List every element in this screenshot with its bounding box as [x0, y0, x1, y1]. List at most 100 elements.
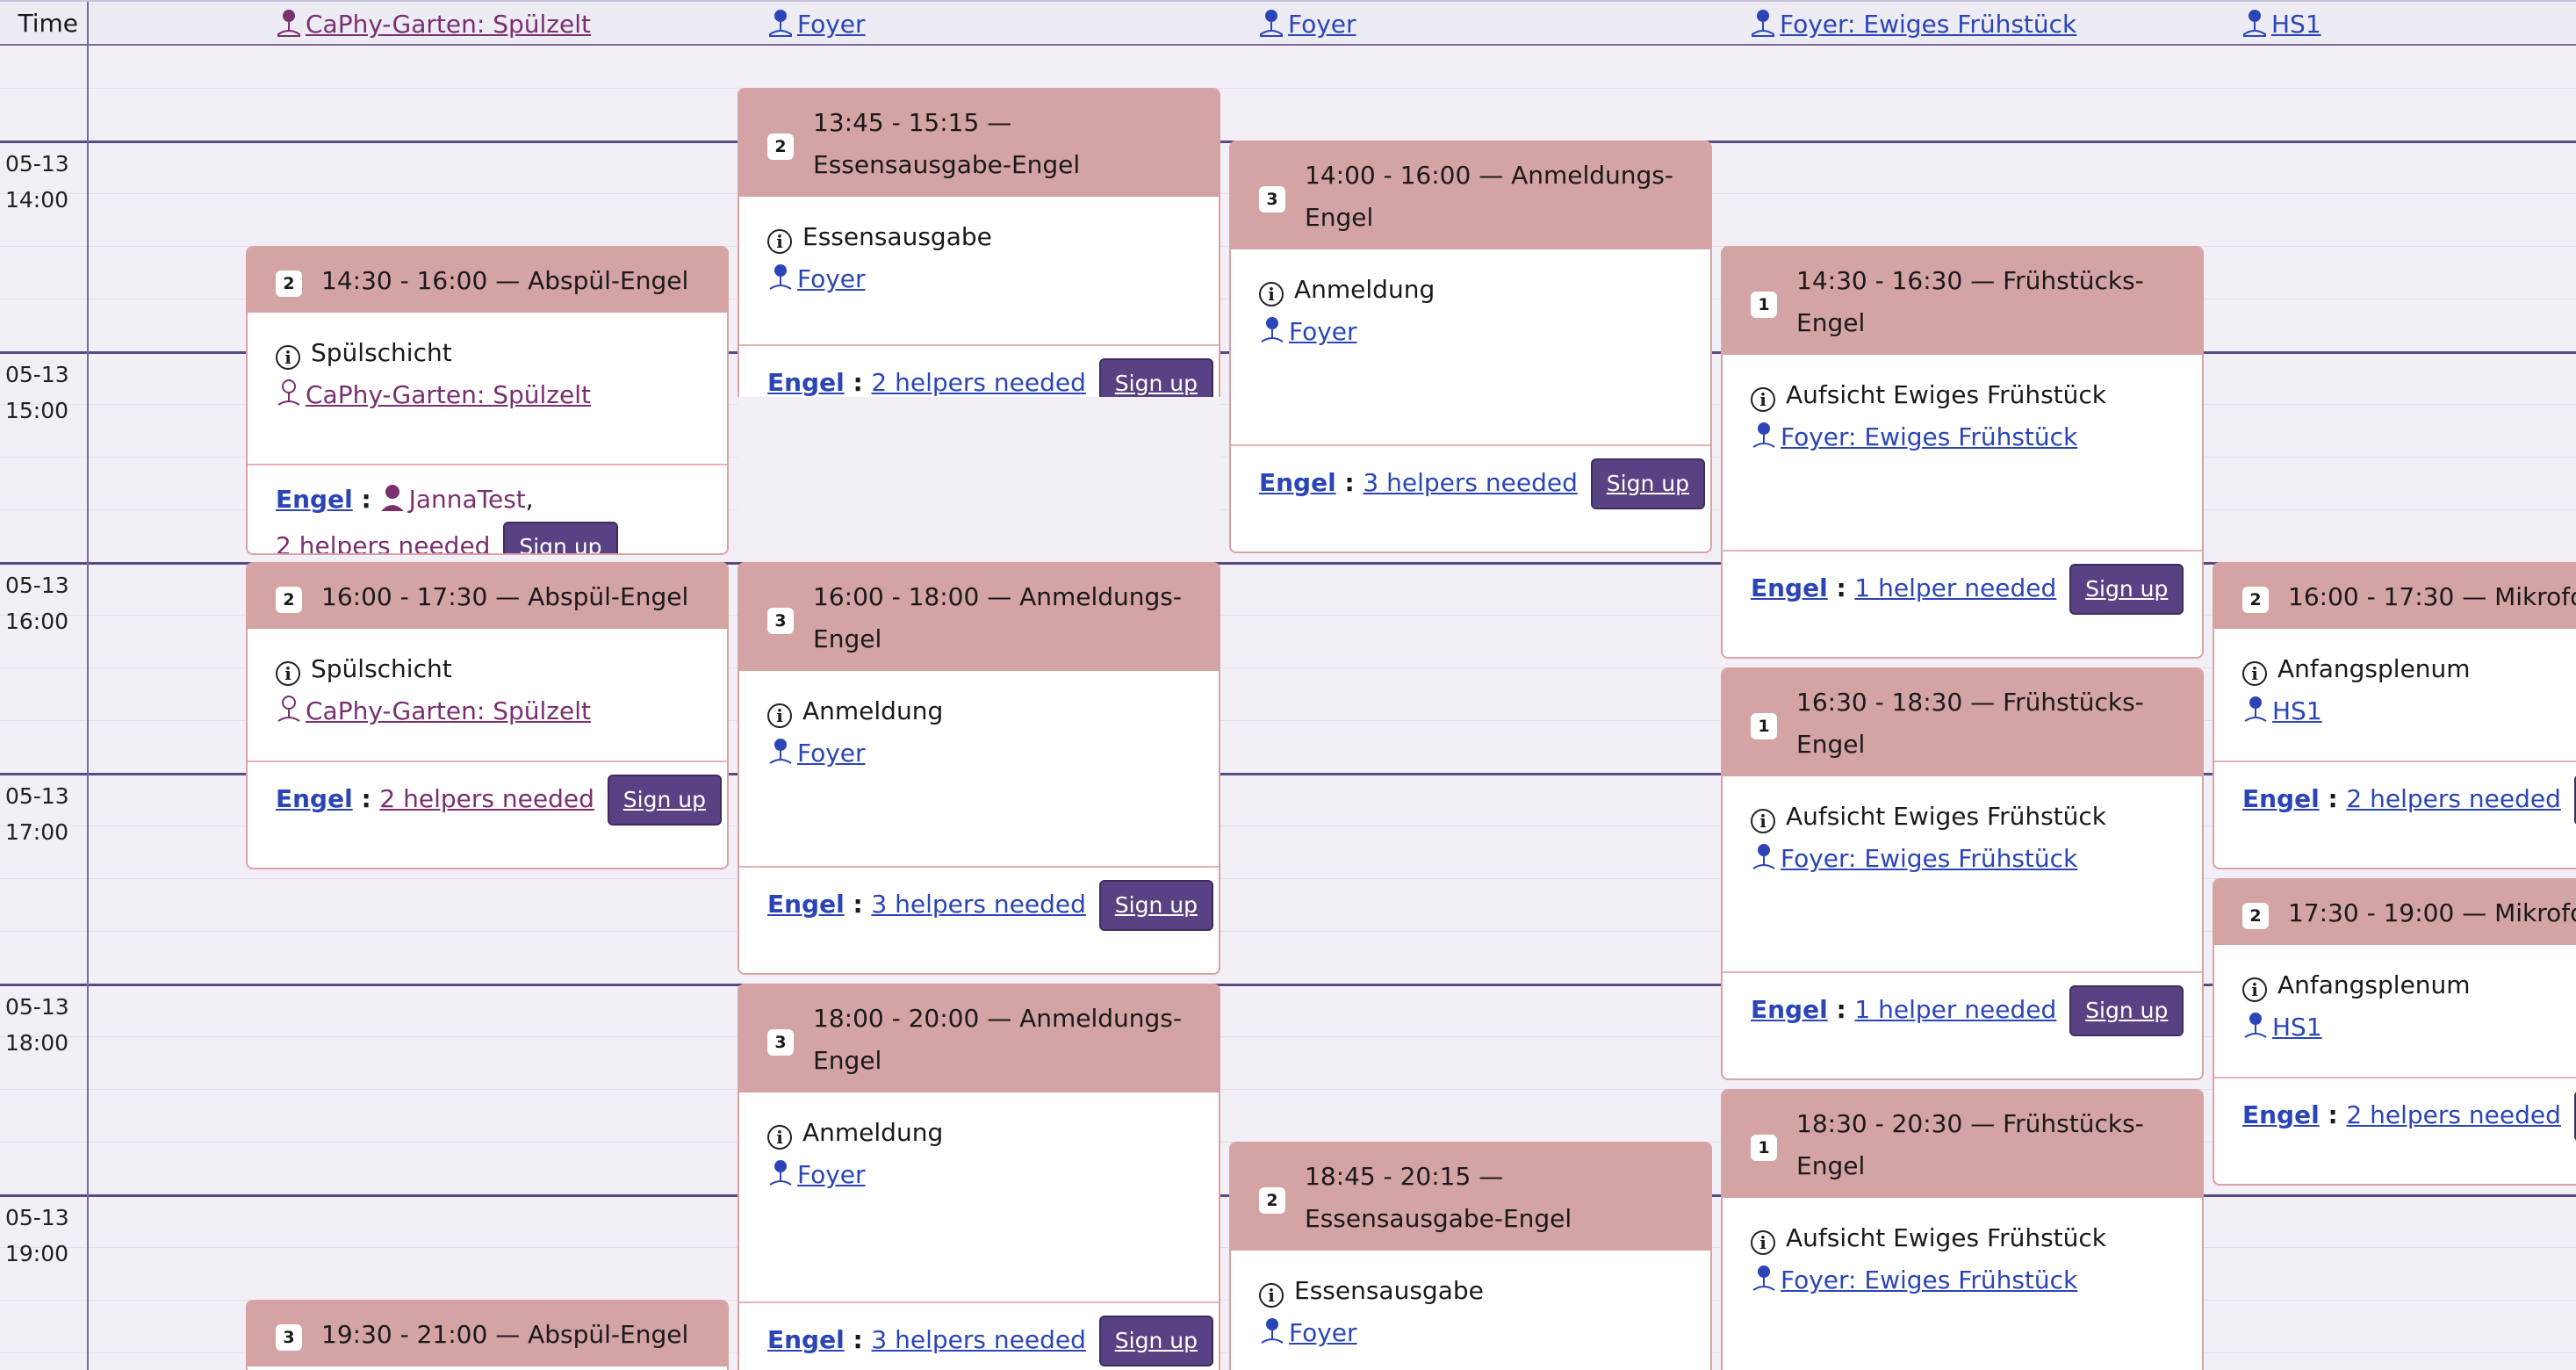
role-link[interactable]: Engel — [767, 368, 845, 397]
shift-title: 18:30 - 20:30 — Frühstücks-Engel — [1796, 1109, 2144, 1180]
role-link[interactable]: Engel — [767, 1325, 845, 1354]
helper-count-badge: 1 — [1751, 292, 1777, 318]
column-header-hs1[interactable]: HS1 — [2241, 2, 2321, 47]
shift-location[interactable]: Foyer — [767, 732, 1192, 775]
role-link[interactable]: Engel — [276, 485, 353, 514]
shift-location[interactable]: Foyer: Ewiges Frühstück — [1751, 1259, 2176, 1302]
helpers-needed[interactable]: 2 helpers needed — [871, 368, 1085, 397]
shift-location-link[interactable]: Foyer: Ewiges Frühstück — [1781, 1265, 2077, 1294]
role-link[interactable]: Engel — [1259, 468, 1336, 497]
shift-location-link[interactable]: Foyer — [797, 264, 866, 293]
shift-body: i Anfangsplenum HS1 — [2214, 629, 2576, 741]
shift-description: i Aufsicht Ewiges Frühstück — [1751, 1217, 2176, 1259]
helpers-needed[interactable]: 3 helpers needed — [871, 1325, 1085, 1354]
shift-location-link[interactable]: Foyer — [1289, 317, 1357, 346]
column-header-ewiges-fruehstueck[interactable]: Foyer: Ewiges Frühstück — [1750, 2, 2076, 47]
shift-location[interactable]: HS1 — [2242, 690, 2576, 732]
shift-location[interactable]: Foyer — [1259, 1312, 1684, 1354]
helpers-needed[interactable]: 1 helper needed — [1854, 573, 2056, 602]
sign-up-button[interactable]: Sign up — [607, 775, 722, 826]
helpers-needed[interactable]: 3 helpers needed — [1363, 468, 1577, 497]
shift-location[interactable]: Foyer — [767, 1154, 1192, 1196]
shift-card: 3 18:00 - 20:00 — Anmeldungs-Engel i Anmel… — [738, 984, 1220, 1370]
column-header-link[interactable]: Foyer — [1288, 10, 1356, 39]
location-icon — [277, 379, 300, 406]
hour-time: 17:00 — [5, 819, 69, 845]
shift-description-text: Spülschicht — [311, 338, 452, 367]
column-header-link[interactable]: CaPhy-Garten: Spülzelt — [306, 10, 591, 39]
role-link[interactable]: Engel — [1751, 573, 1828, 602]
hour-date: 05-13 — [5, 362, 69, 387]
shift-location-link[interactable]: CaPhy-Garten: Spülzelt — [306, 696, 591, 725]
helper-count-badge: 2 — [767, 133, 794, 160]
helpers-needed[interactable]: 2 helpers needed — [2346, 1100, 2560, 1129]
helper-name-link[interactable]: JannaTest — [409, 485, 526, 514]
shift-location-link[interactable]: HS1 — [2272, 1013, 2322, 1042]
shift-title: 16:00 - 17:30 — Mikrofon — [2288, 582, 2576, 611]
sign-up-button[interactable]: Sign up — [2069, 985, 2184, 1036]
sign-up-button[interactable]: Sign up — [503, 522, 618, 553]
sign-up-button[interactable]: Sign up — [1098, 358, 1213, 397]
role-link[interactable]: Engel — [2242, 784, 2320, 813]
role-link[interactable]: Engel — [1751, 995, 1828, 1024]
helper-count-badge: 2 — [1259, 1187, 1285, 1214]
sign-up-button[interactable]: Sign up — [1098, 1316, 1213, 1366]
shift-location-link[interactable]: CaPhy-Garten: Spülzelt — [306, 380, 591, 409]
helper-count-badge: 2 — [2242, 903, 2269, 929]
location-icon — [277, 696, 300, 722]
column-header-link[interactable]: HS1 — [2271, 10, 2321, 39]
shift-location-link[interactable]: Foyer: Ewiges Frühstück — [1781, 422, 2077, 451]
shift-footer: Engel : 3 helpers needed Sign up — [1231, 444, 1710, 552]
shift-location[interactable]: CaPhy-Garten: Spülzelt — [276, 690, 701, 732]
shift-description: i Anmeldung — [767, 690, 1192, 732]
helpers-needed[interactable]: 1 helper needed — [1854, 995, 2056, 1024]
hour-label: 05-13 14:00 — [5, 146, 69, 218]
sign-up-button[interactable]: Sign up — [1098, 880, 1213, 931]
info-icon: i — [1259, 282, 1284, 306]
helper-count-badge: 3 — [276, 1324, 302, 1351]
shift-location[interactable]: Foyer: Ewiges Frühstück — [1751, 416, 2176, 458]
role-link[interactable]: Engel — [767, 890, 845, 919]
shift-body: i Anfangsplenum HS1 — [2214, 945, 2576, 1057]
location-icon — [769, 10, 792, 37]
shift-location-link[interactable]: Foyer — [797, 739, 866, 768]
info-icon: i — [767, 703, 792, 728]
helpers-needed[interactable]: 2 helpers needed — [379, 784, 594, 813]
shift-location[interactable]: CaPhy-Garten: Spülzelt — [276, 374, 701, 416]
shift-card: 3 14:00 - 16:00 — Anmeldungs-Engel i Anmel… — [1229, 141, 1712, 553]
helpers-needed[interactable]: 3 helpers needed — [871, 890, 1085, 919]
role-link[interactable]: Engel — [2242, 1100, 2320, 1129]
role-link[interactable]: Engel — [276, 784, 353, 813]
shift-location[interactable]: Foyer: Ewiges Frühstück — [1751, 838, 2176, 880]
column-header-foyer-1[interactable]: Foyer — [767, 2, 866, 47]
column-header-link[interactable]: Foyer: Ewiges Frühstück — [1780, 10, 2076, 39]
shift-location[interactable]: HS1 — [2242, 1006, 2576, 1049]
location-icon — [769, 264, 792, 290]
shift-body: i Aufsicht Ewiges Frühstück Foyer: Ewiges… — [1723, 1198, 2202, 1310]
location-icon — [1261, 317, 1284, 342]
sign-up-button[interactable]: Sign up — [1590, 458, 1705, 509]
helpers-needed[interactable]: 2 helpers needed — [276, 531, 490, 553]
shift-location-link[interactable]: Foyer: Ewiges Frühstück — [1781, 844, 2077, 873]
column-header-link[interactable]: Foyer — [797, 10, 866, 39]
info-icon: i — [276, 345, 300, 370]
shift-body: i Spülschicht CaPhy-Garten: Spülzelt — [248, 629, 727, 741]
shift-description-text: Aufsicht Ewiges Frühstück — [1786, 802, 2106, 831]
user-icon — [380, 485, 404, 511]
shift-card: 1 16:30 - 18:30 — Frühstücks-Engel i Aufsi… — [1721, 667, 2204, 1080]
helpers-needed[interactable]: 2 helpers needed — [2346, 784, 2560, 813]
shift-location-link[interactable]: Foyer — [797, 1160, 866, 1189]
sign-up-button[interactable]: Sign up — [2069, 564, 2184, 615]
shift-location[interactable]: Foyer — [1259, 311, 1684, 353]
shift-location-link[interactable]: Foyer — [1289, 1318, 1357, 1347]
shift-title: 13:45 - 15:15 — Essensausgabe-Engel — [813, 108, 1081, 179]
shift-location-link[interactable]: HS1 — [2272, 696, 2322, 725]
shift-title: 14:30 - 16:00 — Abspül-Engel — [321, 266, 689, 295]
shift-footer: Engel : 3 helpers needed Sign up — [739, 866, 1219, 973]
shift-location[interactable]: Foyer — [767, 258, 1192, 300]
column-header-caphy-garten[interactable]: CaPhy-Garten: Spülzelt — [276, 2, 591, 47]
column-header-foyer-2[interactable]: Foyer — [1258, 2, 1356, 47]
shift-footer: Engel : 2 helpers needed Sign up — [739, 344, 1219, 397]
shift-card: 2 14:30 - 16:00 — Abspül-Engel i Spülschic… — [246, 246, 729, 555]
shift-header: 2 14:30 - 16:00 — Abspül-Engel — [248, 248, 727, 313]
